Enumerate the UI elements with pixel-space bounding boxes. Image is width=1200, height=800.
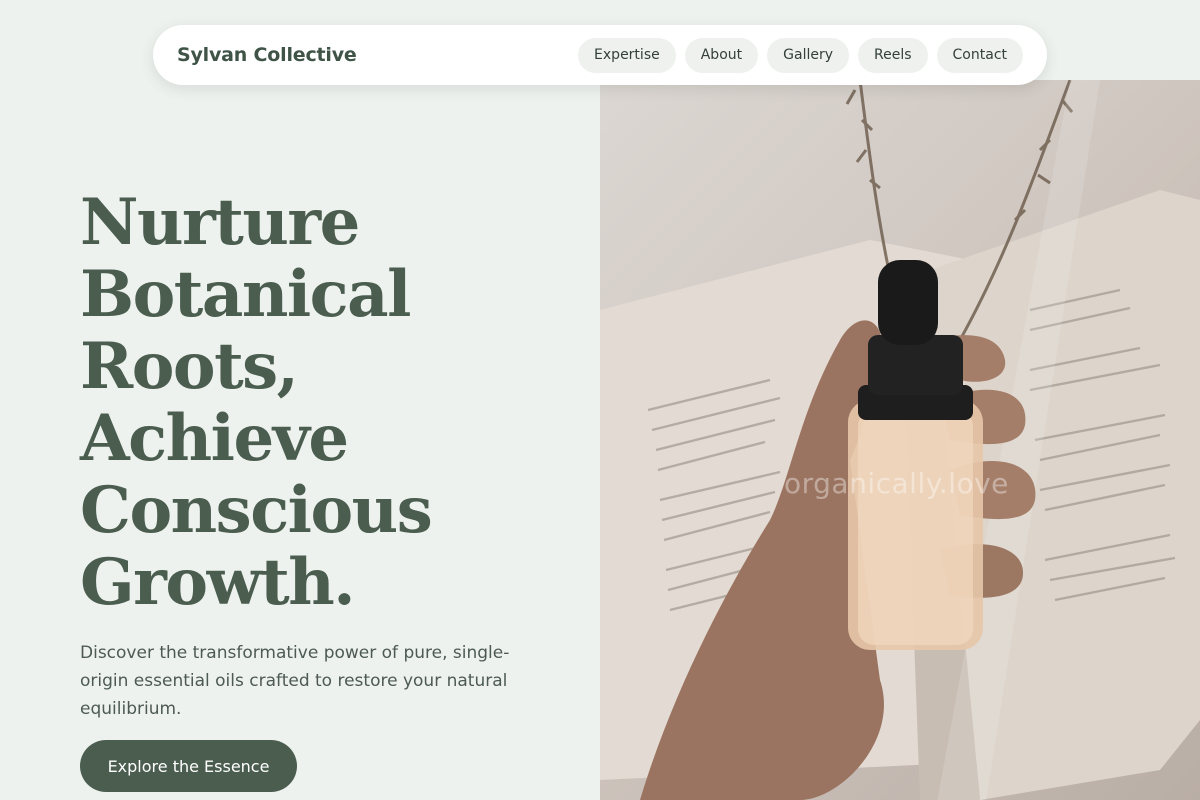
- headline-line: Achieve: [80, 401, 349, 476]
- top-nav: Sylvan Collective Expertise About Galler…: [153, 25, 1047, 85]
- nav-link-expertise[interactable]: Expertise: [578, 37, 676, 73]
- nav-link-reels[interactable]: Reels: [858, 37, 928, 73]
- hero-image: organically.love: [600, 80, 1200, 800]
- hero-headline: Nurture Botanical Roots, Achieve Conscio…: [80, 185, 433, 620]
- headline-line: Roots,: [80, 329, 299, 404]
- watermark-text: organically.love: [784, 467, 1009, 500]
- nav-link-about[interactable]: About: [684, 37, 759, 73]
- brand-logo[interactable]: Sylvan Collective: [177, 44, 357, 66]
- headline-line: Conscious: [80, 473, 433, 548]
- hero-description: Discover the transformative power of pur…: [80, 643, 510, 719]
- nav-links: Expertise About Gallery Reels Contact: [578, 37, 1023, 73]
- nav-link-contact[interactable]: Contact: [936, 37, 1023, 73]
- nav-link-gallery[interactable]: Gallery: [767, 37, 850, 73]
- headline-line: Botanical: [80, 257, 411, 332]
- headline-line: Growth.: [80, 545, 356, 620]
- explore-essence-button[interactable]: Explore the Essence: [80, 740, 297, 792]
- headline-line: Nurture: [80, 185, 360, 260]
- hero-photo-illustration: [600, 80, 1200, 800]
